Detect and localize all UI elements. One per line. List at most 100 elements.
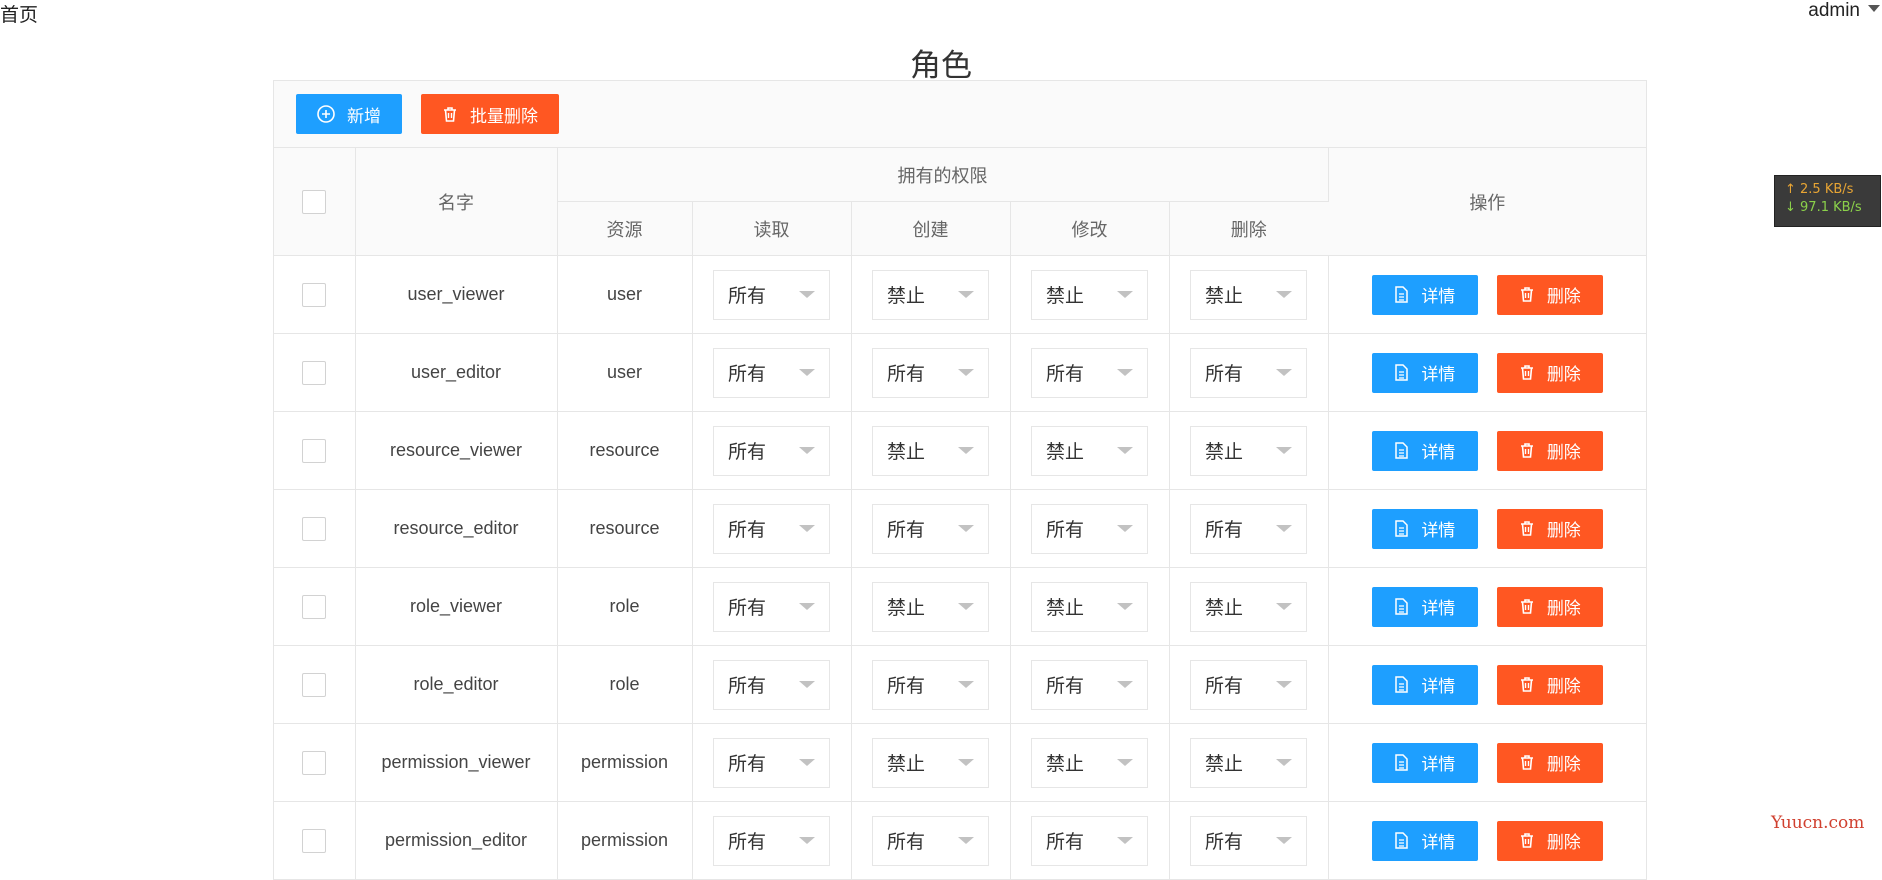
detail-label: 详情 — [1421, 755, 1456, 774]
cell-create: 禁止 — [851, 723, 1011, 802]
read-select[interactable]: 所有 — [713, 815, 830, 866]
plus-circle-icon — [317, 105, 335, 123]
read-select[interactable]: 所有 — [713, 581, 830, 632]
update-select[interactable]: 所有 — [1031, 815, 1148, 866]
triangle-down-icon — [1117, 369, 1133, 376]
delete-button[interactable]: 删除 — [1496, 742, 1603, 783]
delete-select[interactable]: 禁止 — [1190, 581, 1308, 632]
cell-delete: 禁止 — [1169, 255, 1329, 334]
roles-panel: 新增 批量删除 名字 拥有的权限 操作 资源 读取 创建 修改 删除 user_… — [273, 80, 1647, 880]
table-row: role_viewer role 所有 禁止 禁止 禁止 详情 删除 — [274, 567, 1647, 646]
delete-button[interactable]: 删除 — [1496, 820, 1603, 861]
detail-label: 详情 — [1421, 287, 1456, 306]
batch-delete-button[interactable]: 批量删除 — [421, 94, 559, 134]
cell-actions: 详情 删除 — [1328, 411, 1647, 490]
detail-label: 详情 — [1421, 833, 1456, 852]
detail-button[interactable]: 详情 — [1371, 586, 1478, 627]
triangle-down-icon — [1276, 525, 1293, 532]
create-select[interactable]: 所有 — [872, 659, 989, 710]
triangle-down-icon — [1276, 447, 1293, 454]
trash-icon — [1519, 286, 1535, 303]
watermark: Yuucn.com — [1771, 813, 1865, 833]
row-checkbox[interactable] — [302, 438, 327, 463]
triangle-down-icon — [1276, 759, 1293, 766]
page-title: 角色 — [910, 48, 972, 83]
detail-button[interactable]: 详情 — [1371, 664, 1478, 705]
table-row: resource_viewer resource 所有 禁止 禁止 禁止 详情 删除 — [274, 411, 1647, 490]
user-menu[interactable]: admin — [1808, 0, 1880, 22]
delete-button[interactable]: 删除 — [1496, 352, 1603, 393]
table-row: permission_viewer permission 所有 禁止 禁止 禁止 详情 删除 — [274, 723, 1647, 802]
delete-select[interactable]: 禁止 — [1190, 737, 1308, 788]
create-select[interactable]: 禁止 — [872, 737, 989, 788]
triangle-down-icon — [958, 369, 974, 376]
cell-create: 所有 — [851, 801, 1011, 880]
update-select[interactable]: 所有 — [1031, 659, 1148, 710]
row-checkbox[interactable] — [302, 516, 327, 541]
delete-select[interactable]: 所有 — [1190, 347, 1308, 398]
detail-button[interactable]: 详情 — [1371, 742, 1478, 783]
delete-button[interactable]: 删除 — [1496, 274, 1603, 315]
read-select[interactable]: 所有 — [713, 269, 830, 320]
detail-button[interactable]: 详情 — [1371, 820, 1478, 861]
update-select[interactable]: 禁止 — [1031, 737, 1148, 788]
create-select[interactable]: 所有 — [872, 347, 989, 398]
row-checkbox[interactable] — [302, 750, 327, 775]
delete-select[interactable]: 所有 — [1190, 659, 1308, 710]
row-checkbox[interactable] — [302, 828, 327, 853]
read-select[interactable]: 所有 — [713, 347, 830, 398]
update-select[interactable]: 禁止 — [1031, 425, 1148, 476]
row-checkbox[interactable] — [302, 672, 327, 697]
delete-button[interactable]: 删除 — [1496, 586, 1603, 627]
cell-read: 所有 — [692, 801, 852, 880]
create-select[interactable]: 禁止 — [872, 269, 989, 320]
update-select[interactable]: 所有 — [1031, 347, 1148, 398]
select-value: 禁止 — [1205, 598, 1244, 619]
update-select[interactable]: 所有 — [1031, 503, 1148, 554]
row-checkbox[interactable] — [302, 360, 327, 385]
delete-label: 删除 — [1546, 521, 1581, 540]
update-select[interactable]: 禁止 — [1031, 581, 1148, 632]
select-all-checkbox[interactable] — [302, 189, 327, 214]
create-select[interactable]: 所有 — [872, 503, 989, 554]
row-checkbox[interactable] — [302, 282, 327, 307]
detail-button[interactable]: 详情 — [1371, 430, 1478, 471]
read-select[interactable]: 所有 — [713, 503, 830, 554]
select-value: 所有 — [728, 754, 767, 775]
row-actions: 详情 删除 — [1329, 508, 1647, 549]
cell-actions: 详情 删除 — [1328, 645, 1647, 724]
cell-checkbox — [274, 411, 356, 490]
cell-resource: role — [557, 645, 693, 724]
read-select[interactable]: 所有 — [713, 425, 830, 476]
cell-checkbox — [274, 255, 356, 334]
delete-button[interactable]: 删除 — [1496, 664, 1603, 705]
add-button[interactable]: 新增 — [296, 94, 402, 134]
row-checkbox[interactable] — [302, 594, 327, 619]
delete-button[interactable]: 删除 — [1496, 508, 1603, 549]
triangle-down-icon — [799, 681, 815, 688]
delete-button[interactable]: 删除 — [1496, 430, 1603, 471]
select-value: 禁止 — [887, 598, 926, 619]
detail-button[interactable]: 详情 — [1371, 508, 1478, 549]
detail-button[interactable]: 详情 — [1371, 274, 1478, 315]
select-value: 所有 — [728, 676, 767, 697]
row-actions: 详情 删除 — [1329, 742, 1647, 783]
delete-select[interactable]: 禁止 — [1190, 269, 1308, 320]
detail-button[interactable]: 详情 — [1371, 352, 1478, 393]
delete-select[interactable]: 所有 — [1190, 815, 1308, 866]
triangle-down-icon — [1276, 369, 1293, 376]
read-select[interactable]: 所有 — [713, 659, 830, 710]
delete-select[interactable]: 所有 — [1190, 503, 1308, 554]
update-select[interactable]: 禁止 — [1031, 269, 1148, 320]
row-actions: 详情 删除 — [1329, 664, 1647, 705]
delete-select[interactable]: 禁止 — [1190, 425, 1308, 476]
header-row: 名字 拥有的权限 操作 — [274, 148, 1647, 256]
cell-actions: 详情 删除 — [1328, 255, 1647, 334]
read-select[interactable]: 所有 — [713, 737, 830, 788]
delete-label: 删除 — [1546, 287, 1581, 306]
create-select[interactable]: 所有 — [872, 815, 989, 866]
home-link[interactable]: 首页 — [0, 0, 38, 27]
triangle-down-icon — [1117, 603, 1133, 610]
create-select[interactable]: 禁止 — [872, 425, 989, 476]
create-select[interactable]: 禁止 — [872, 581, 989, 632]
